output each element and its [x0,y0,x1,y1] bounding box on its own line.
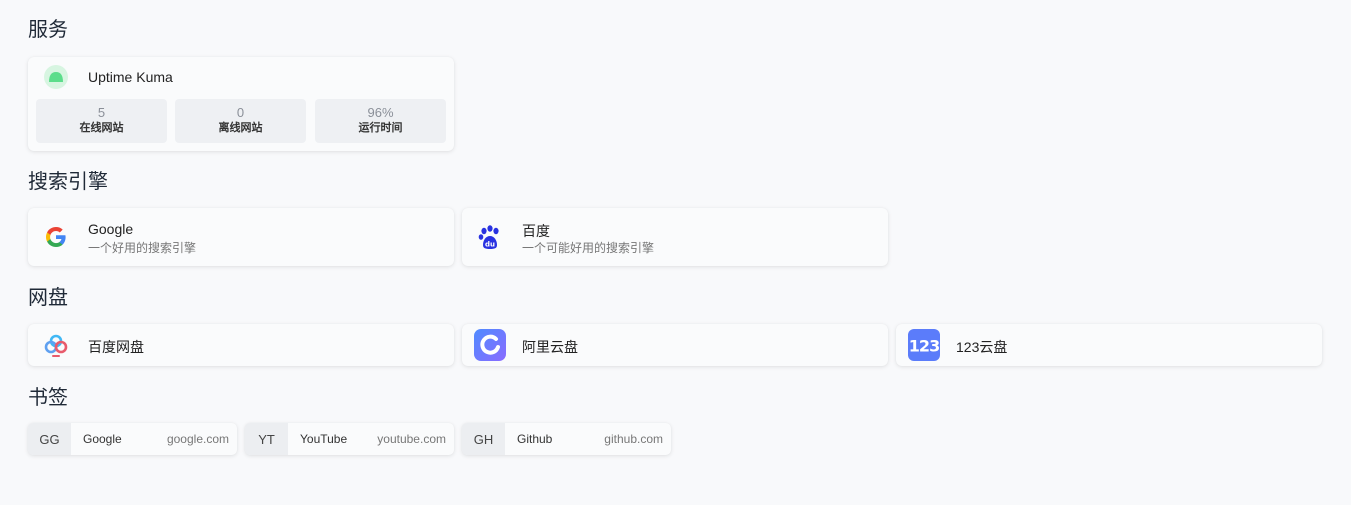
baidu-icon: du [474,221,506,253]
bookmark-name: YouTube [300,432,348,446]
baidu-desc: 一个可能好用的搜索引擎 [522,241,655,255]
svg-text:du: du [485,241,495,249]
search-card-google[interactable]: Google 一个好用的搜索引擎 [28,208,454,266]
aliyun-drive-title: 阿里云盘 [522,339,578,355]
bookmark-url: google.com [166,432,229,446]
disk-card-123[interactable]: 123 123云盘 [896,324,1322,366]
baidu-netdisk-icon [40,329,72,361]
uptime-kuma-title: Uptime Kuma [88,69,173,85]
section-title-disk: 网盘 [28,287,68,309]
bookmark-name: Github [517,432,553,446]
disk-card-baidu[interactable]: 百度网盘 [28,324,454,366]
stat-offline: 0 离线网站 [175,99,306,143]
bookmark-name: Google [83,432,122,446]
google-title: Google [88,221,134,237]
disk-card-aliyun[interactable]: 阿里云盘 [462,324,888,366]
google-icon [40,221,72,253]
uptime-kuma-icon [40,61,72,93]
stat-online-value: 5 [97,105,106,120]
bookmark-abbr: GH [462,423,505,455]
bookmark-github[interactable]: GH Github github.com [462,423,671,455]
stat-uptime: 96% 运行时间 [315,99,446,143]
aliyun-drive-icon [474,329,506,361]
stat-offline-label: 离线网站 [218,122,263,134]
123-pan-icon: 123 [908,329,940,361]
bookmark-google[interactable]: GG Google google.com [28,423,237,455]
bookmark-url: github.com [604,432,663,446]
search-card-baidu[interactable]: du 百度 一个可能好用的搜索引擎 [462,208,888,266]
bookmark-youtube[interactable]: YT YouTube youtube.com [245,423,454,455]
stat-online-label: 在线网站 [79,122,124,134]
stat-offline-value: 0 [236,105,245,120]
123-pan-title: 123云盘 [956,339,1008,355]
baidu-title: 百度 [522,223,550,239]
stat-online: 5 在线网站 [36,99,167,143]
uptime-kuma-card[interactable]: Uptime Kuma 5 在线网站 0 离线网站 96% 运行时间 [28,57,454,151]
baidu-netdisk-title: 百度网盘 [88,339,144,355]
section-title-services: 服务 [28,19,68,41]
svg-text:123: 123 [909,337,939,356]
stat-uptime-label: 运行时间 [358,122,403,134]
section-title-search: 搜索引擎 [28,171,108,193]
bookmark-url: youtube.com [377,432,446,446]
bookmark-abbr: YT [245,423,288,455]
section-title-bookmarks: 书签 [28,387,68,409]
bookmark-abbr: GG [28,423,71,455]
google-desc: 一个好用的搜索引擎 [88,241,197,255]
stat-uptime-value: 96% [367,105,394,120]
